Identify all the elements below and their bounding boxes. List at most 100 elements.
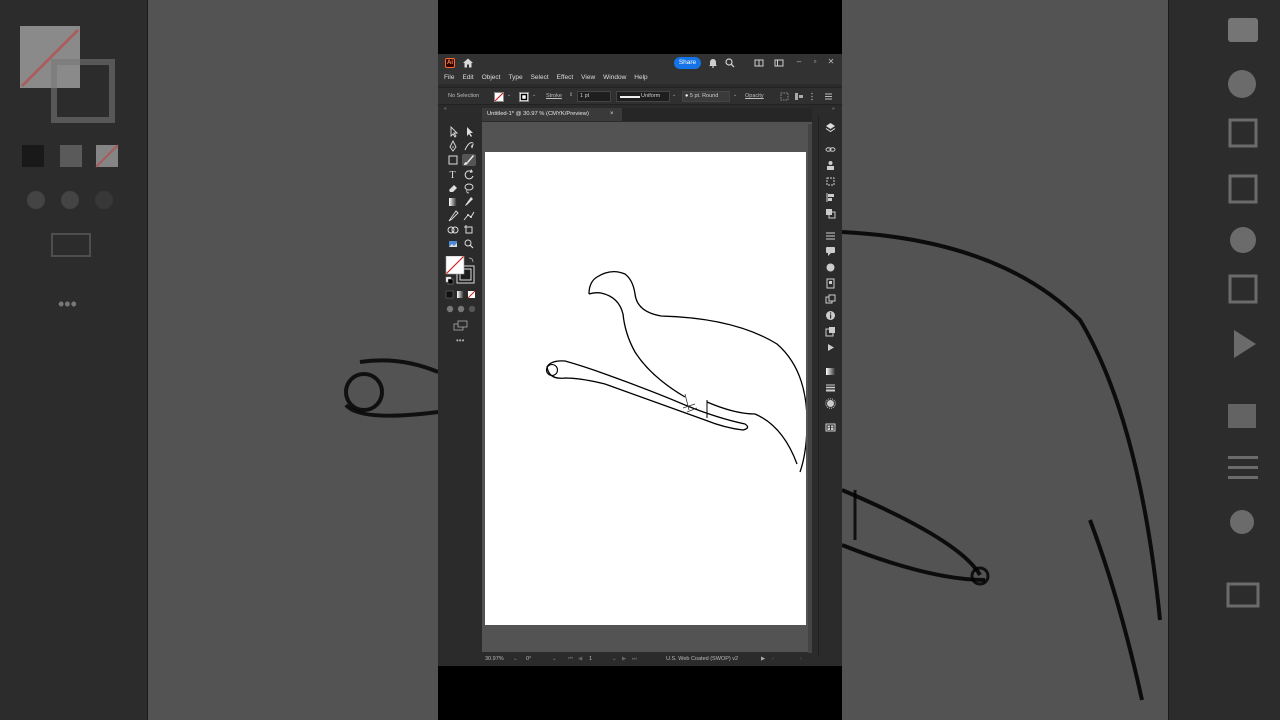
shape-builder-tool-icon[interactable] [446,224,460,236]
canvas-area[interactable] [482,122,812,652]
status-menu-icon[interactable]: ▶ [761,656,765,662]
properties-icon[interactable] [825,230,836,241]
info-icon[interactable] [825,310,836,321]
scroll-left-icon[interactable]: ‹ [772,656,774,662]
panel-menu-icon[interactable] [824,92,833,101]
tab-close-icon[interactable]: × [610,108,614,121]
menu-window[interactable]: Window [603,72,626,84]
pathfinder-icon[interactable] [825,208,836,219]
export-icon[interactable] [825,326,836,337]
direct-selection-tool-icon[interactable] [462,126,476,138]
minimize-icon[interactable]: – [792,55,806,69]
arrange-icon[interactable] [754,58,764,68]
first-artboard-icon[interactable]: ⏮ [568,656,573,663]
zoom-level[interactable]: 30.97% [485,656,504,662]
color-mode-buttons[interactable] [445,290,477,300]
search-icon[interactable] [725,58,735,68]
variable-width-profile[interactable]: Uniform [616,91,670,102]
stroke-swatch[interactable] [519,92,529,102]
artboard-dropdown-icon[interactable]: ⌄ [612,656,617,662]
zoom-dropdown-icon[interactable]: ⌄ [513,656,518,662]
tab-document[interactable]: Untitled-1* @ 30.97 % (CMYK/Preview) × [482,108,622,121]
menu-object[interactable]: Object [482,72,501,84]
rotate-tool-icon[interactable] [462,168,476,180]
opacity-label[interactable]: Opacity [745,93,764,99]
screen-mode-icon[interactable] [453,320,469,332]
panel-dock [818,116,842,656]
pen-tool-icon[interactable] [446,140,460,152]
stroke-weight-field[interactable]: 1 pt [577,91,611,102]
maximize-icon[interactable]: ▫ [808,55,822,69]
links-icon[interactable] [825,144,836,155]
stroke-stepper-icon[interactable]: ⇕ [569,92,573,98]
panel-collapse-icon[interactable]: » [832,106,835,112]
stroke-dropdown-icon[interactable]: ⌄ [532,92,536,98]
type-tool-icon[interactable]: T [446,168,460,180]
align-panel-icon[interactable] [825,192,836,203]
libraries-icon[interactable] [825,160,836,171]
toolbar-collapse-icon[interactable]: « [444,106,447,112]
appearance-icon[interactable] [825,398,836,409]
brush-dot-icon: ● [685,93,689,99]
gradient-tool-icon[interactable] [446,196,460,208]
selection-tool-icon[interactable] [446,126,460,138]
home-icon[interactable] [462,57,474,69]
layers-icon[interactable] [825,122,836,133]
close-icon[interactable]: ✕ [824,55,838,69]
brush-definition[interactable]: ● 5 pt. Round [682,91,730,102]
edit-toolbar-icon[interactable]: ••• [456,336,464,345]
eyedropper-alt-icon[interactable] [446,210,460,222]
artwork-bird-sketch[interactable] [485,152,808,625]
vertical-scrollbar[interactable] [808,124,812,654]
scroll-right-icon[interactable]: › [800,656,802,662]
menu-edit[interactable]: Edit [462,72,473,84]
swatches-icon[interactable] [825,422,836,433]
puppet-warp-tool-icon[interactable] [462,210,476,222]
brush-dropdown-icon[interactable]: ⌄ [733,92,737,98]
artboard-number[interactable]: 1 [589,656,592,662]
menu-file[interactable]: File [444,72,454,84]
rotation-dropdown-icon[interactable]: ⌄ [552,656,557,662]
actions-icon[interactable] [825,342,836,353]
paintbrush-tool-icon[interactable] [462,154,476,166]
comments-icon[interactable] [825,246,836,257]
workspace-icon[interactable] [774,58,784,68]
stroke-panel-icon[interactable] [825,382,836,393]
menu-effect[interactable]: Effect [557,72,574,84]
eraser-tool-icon[interactable] [446,182,460,194]
color-guide-icon[interactable] [825,262,836,273]
prev-artboard-icon[interactable]: ◀ [578,656,582,662]
share-button[interactable]: Share [674,57,701,69]
menu-view[interactable]: View [581,72,595,84]
align-icon[interactable] [780,92,789,101]
next-artboard-icon[interactable]: ▶ [622,656,626,662]
fill-dropdown-icon[interactable]: ⌄ [507,92,511,98]
artboard[interactable] [485,152,808,625]
transform-icon[interactable] [794,92,804,101]
last-artboard-icon[interactable]: ⏭ [632,656,637,663]
artboard-tool-icon[interactable] [462,224,476,236]
document-title: Untitled-1* @ 30.97 % (CMYK/Preview) [487,111,589,117]
rotation-value[interactable]: 0° [526,656,531,662]
artboards-icon[interactable] [825,294,836,305]
symbol-sprayer-tool-icon[interactable] [446,238,460,250]
fill-swatch[interactable] [494,92,504,102]
menu-select[interactable]: Select [531,72,549,84]
menu-type[interactable]: Type [508,72,522,84]
draw-mode-buttons[interactable] [445,304,477,314]
video-frame: ••• Ai Share – ▫ ✕ File Edit Object Type… [0,0,1280,720]
rectangle-tool-icon[interactable] [446,154,460,166]
stroke-label[interactable]: Stroke [546,93,562,99]
zoom-tool-icon[interactable] [462,238,476,250]
bell-icon[interactable] [708,58,718,68]
more-options-icon[interactable] [808,92,816,101]
fill-stroke-swatches[interactable] [445,256,477,286]
menu-help[interactable]: Help [634,72,647,84]
curvature-tool-icon[interactable] [462,140,476,152]
gradient-panel-icon[interactable] [825,366,836,377]
transform-panel-icon[interactable] [825,176,836,187]
lasso-tool-icon[interactable] [462,182,476,194]
asset-export-icon[interactable] [825,278,836,289]
profile-dropdown-icon[interactable]: ⌄ [672,92,676,98]
eyedropper-tool-icon[interactable] [462,196,476,208]
